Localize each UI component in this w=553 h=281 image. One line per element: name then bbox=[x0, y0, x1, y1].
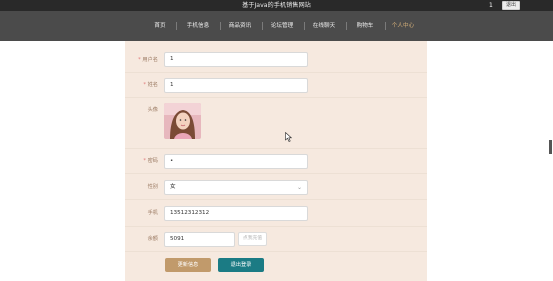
nav-item-phones[interactable]: 手机信息 bbox=[183, 11, 213, 41]
password-input[interactable]: • bbox=[164, 154, 308, 169]
nav-separator bbox=[176, 22, 177, 30]
nav-item-cart[interactable]: 购物车 bbox=[351, 11, 379, 41]
top-logout-button[interactable]: 退出 bbox=[502, 1, 520, 10]
password-label: * 密码 bbox=[143, 158, 158, 164]
row-divider bbox=[125, 97, 427, 98]
row-divider bbox=[125, 72, 427, 73]
row-divider bbox=[125, 173, 427, 174]
row-divider bbox=[125, 226, 427, 227]
username-label: * 用户名 bbox=[138, 57, 158, 63]
avatar-image[interactable] bbox=[164, 103, 201, 139]
nav-separator bbox=[304, 22, 305, 30]
nav-separator bbox=[262, 22, 263, 30]
nav-separator bbox=[385, 22, 386, 30]
chevron-down-icon: ⌄ bbox=[296, 184, 302, 191]
balance-input[interactable]: 5091 bbox=[164, 232, 235, 247]
nav-item-profile[interactable]: 个人中心 bbox=[388, 11, 418, 41]
update-info-button[interactable]: 更新信息 bbox=[165, 258, 211, 272]
recharge-button[interactable]: 点我充值 bbox=[238, 232, 267, 246]
balance-label: 余额 bbox=[147, 236, 158, 242]
nav-item-chat[interactable]: 在线聊天 bbox=[309, 11, 339, 41]
username-input[interactable]: 1 bbox=[164, 52, 308, 67]
nav-item-home[interactable]: 首页 bbox=[146, 11, 174, 41]
site-title: 基于Java的手机销售网站 bbox=[242, 2, 311, 9]
avatar-label: 头像 bbox=[147, 107, 158, 113]
scrollbar-thumb[interactable] bbox=[549, 140, 552, 154]
nav-separator bbox=[220, 22, 221, 30]
gender-select[interactable]: 女 ⌄ bbox=[164, 180, 308, 195]
name-label: * 1姓名 bbox=[143, 82, 158, 88]
top-bar: 基于Java的手机销售网站 1 退出 bbox=[0, 0, 553, 11]
phone-input[interactable]: 13512312312 bbox=[164, 206, 308, 221]
nav-item-forum[interactable]: 论坛管理 bbox=[267, 11, 297, 41]
current-user-id: 1 bbox=[489, 2, 493, 9]
nav-item-news[interactable]: 商品资讯 bbox=[225, 11, 255, 41]
gender-value: 女 bbox=[170, 184, 176, 190]
row-divider bbox=[125, 251, 427, 252]
gender-label: 性别 bbox=[147, 184, 158, 190]
name-input[interactable]: 1 bbox=[164, 78, 308, 93]
row-divider bbox=[125, 148, 427, 149]
phone-label: 手机 bbox=[147, 210, 158, 216]
row-divider bbox=[125, 199, 427, 200]
logout-button[interactable]: 退出登录 bbox=[218, 258, 264, 272]
mouse-cursor-icon bbox=[285, 127, 293, 146]
nav-separator bbox=[346, 22, 347, 30]
